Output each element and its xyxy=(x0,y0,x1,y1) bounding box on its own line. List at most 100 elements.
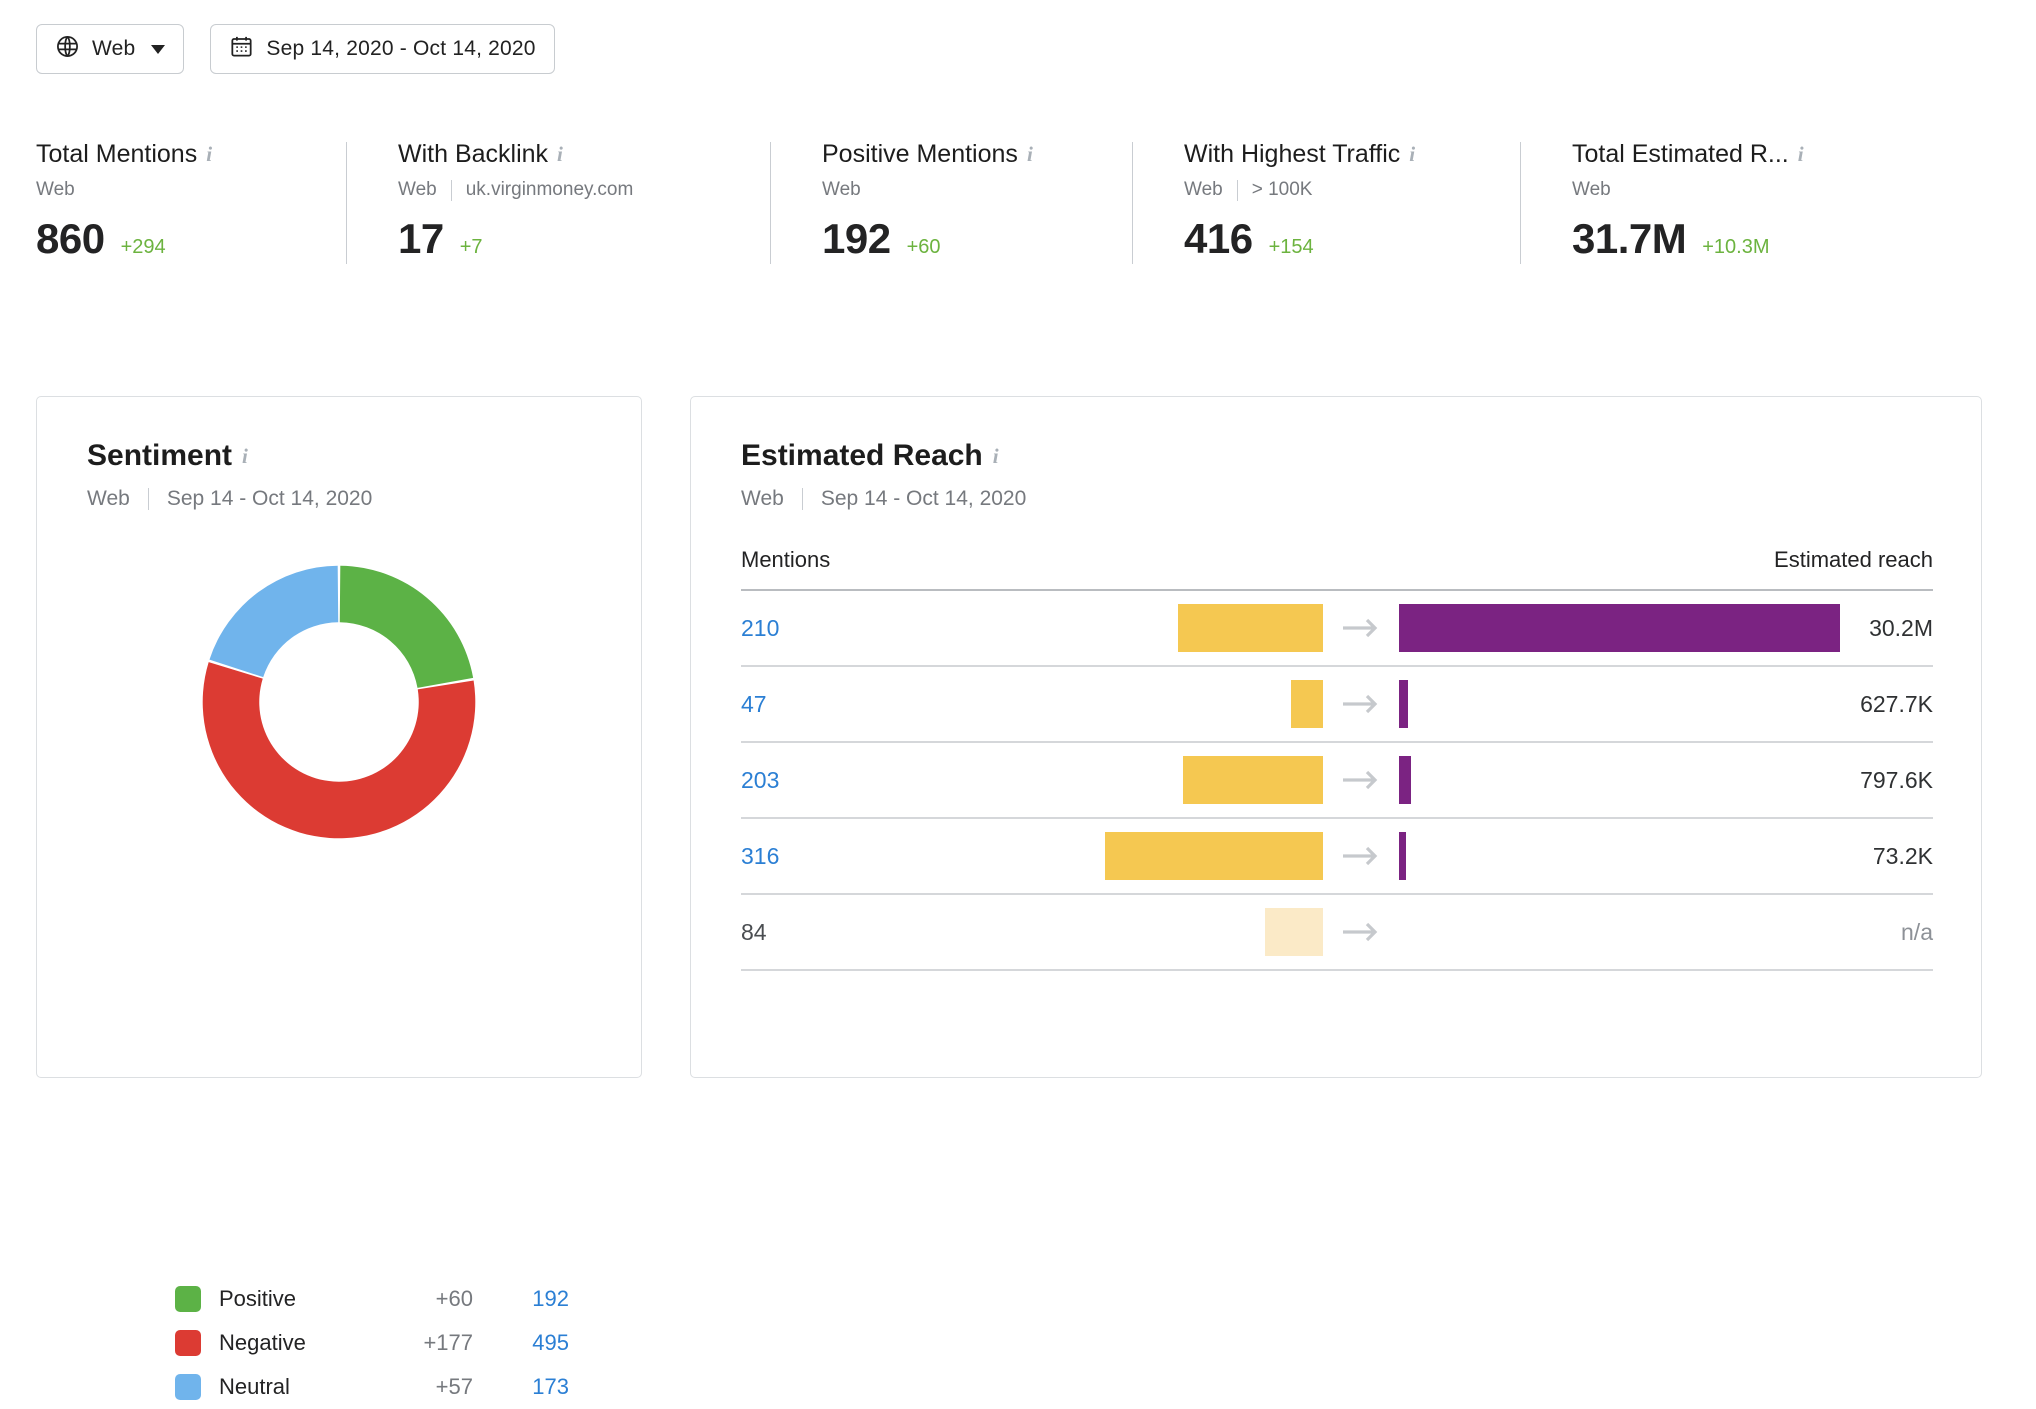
kpi-title-label: Total Mentions xyxy=(36,140,198,168)
sentiment-card: Sentiment i Web Sep 14 - Oct 14, 2020 Po… xyxy=(36,396,642,1400)
reach-title-label: Estimated Reach xyxy=(741,439,983,472)
kpi-title: With Highest Traffic i xyxy=(1184,140,1520,169)
legend-value[interactable]: 192 xyxy=(473,1286,569,1312)
sentiment-source: Web xyxy=(87,487,130,510)
table-row[interactable]: 84 n/a xyxy=(741,895,1933,969)
row-reach-value: 73.2K xyxy=(1872,842,1933,869)
kpi-value: 31.7M xyxy=(1572,215,1687,262)
mentions-bar xyxy=(1265,908,1323,956)
kpi-value: 416 xyxy=(1184,215,1253,262)
info-icon[interactable]: i xyxy=(242,445,248,467)
info-icon[interactable]: i xyxy=(1409,144,1415,165)
source-filter-button[interactable]: Web xyxy=(36,24,185,74)
legend-value[interactable]: 173 xyxy=(473,1374,569,1400)
kpi-subtitle: Web > 100K xyxy=(1184,179,1520,201)
kpi-source: Web xyxy=(398,179,437,200)
sentiment-donut-chart xyxy=(37,557,641,847)
row-mentions-value[interactable]: 210 xyxy=(741,615,779,642)
divider xyxy=(450,179,452,201)
card-subtitle: Web Sep 14 - Oct 14, 2020 xyxy=(741,487,1026,511)
arrow-right-icon xyxy=(1339,920,1383,944)
mentions-bar xyxy=(1182,756,1323,804)
kpi-row: Total Mentions i Web 860 +294 With Backl… xyxy=(36,140,2000,270)
legend-label: Positive xyxy=(219,1286,297,1311)
table-row[interactable]: 316 73.2K xyxy=(741,819,1933,893)
donut-slice-neutral[interactable] xyxy=(209,565,339,678)
kpi-source: Web xyxy=(1572,179,1611,200)
info-icon[interactable]: i xyxy=(1027,144,1033,165)
info-icon[interactable]: i xyxy=(993,445,999,467)
kpi-value-row: 860 +294 xyxy=(36,215,346,263)
kpi-delta: +294 xyxy=(120,236,166,258)
divider xyxy=(1236,179,1238,201)
mentions-bar xyxy=(1105,832,1323,880)
arrow-right-icon xyxy=(1339,844,1383,868)
kpi-subtitle: Web xyxy=(36,179,346,201)
kpi-subtitle: Web xyxy=(822,179,1132,201)
legend-value[interactable]: 495 xyxy=(473,1330,569,1356)
sentiment-header: Sentiment i Web Sep 14 - Oct 14, 2020 xyxy=(87,439,372,511)
kpi-subtitle: Web xyxy=(1572,179,1940,201)
mentions-bar xyxy=(1178,604,1323,652)
reach-bar xyxy=(1399,832,1406,880)
kpi-source: Web xyxy=(36,179,75,200)
kpi-source: Web xyxy=(822,179,861,200)
row-mentions-value[interactable]: 47 xyxy=(741,691,767,718)
legend-label: Neutral xyxy=(219,1374,290,1399)
kpi-title: With Backlink i xyxy=(398,140,770,169)
divider xyxy=(801,488,803,510)
row-mentions-value[interactable]: 316 xyxy=(741,843,779,870)
date-range-button[interactable]: Sep 14, 2020 - Oct 14, 2020 xyxy=(210,24,555,74)
kpi-total-estimated-reach: Total Estimated R... i Web 31.7M +10.3M xyxy=(1520,140,1940,270)
donut-slice-negative[interactable] xyxy=(202,662,476,839)
legend-item-neutral: Neutral +57 173 xyxy=(175,1365,569,1409)
reach-table: Mentions Estimated reach 210 30.2M 47 62… xyxy=(741,547,1933,971)
column-header-mentions: Mentions xyxy=(741,547,831,572)
kpi-filter: > 100K xyxy=(1251,179,1313,200)
reach-header: Estimated Reach i Web Sep 14 - Oct 14, 2… xyxy=(741,439,1026,511)
kpi-value-row: 31.7M +10.3M xyxy=(1572,215,1940,263)
calendar-icon xyxy=(229,34,254,65)
kpi-value-row: 17 +7 xyxy=(398,215,770,263)
card-title: Estimated Reach i xyxy=(741,439,1026,473)
kpi-title: Total Mentions i xyxy=(36,140,346,169)
kpi-with-backlink: With Backlink i Web uk.virginmoney.com 1… xyxy=(346,140,770,270)
legend-delta: +177 xyxy=(423,1330,473,1355)
kpi-source: Web xyxy=(1184,179,1223,200)
reach-period: Sep 14 - Oct 14, 2020 xyxy=(820,487,1027,510)
legend-label: Negative xyxy=(219,1330,306,1355)
column-header-estimated-reach: Estimated reach xyxy=(1774,547,1933,572)
reach-source: Web xyxy=(741,487,784,510)
arrow-right-icon xyxy=(1339,692,1383,716)
table-row[interactable]: 47 627.7K xyxy=(741,667,1933,741)
kpi-total-mentions: Total Mentions i Web 860 +294 xyxy=(36,140,346,270)
kpi-value: 17 xyxy=(398,215,444,262)
sentiment-legend: Positive +60 192 Negative +177 495 Neutr… xyxy=(175,1277,569,1409)
globe-icon xyxy=(55,34,80,65)
row-reach-value: 30.2M xyxy=(1869,614,1933,641)
table-row[interactable]: 203 797.6K xyxy=(741,743,1933,817)
kpi-title: Total Estimated R... i xyxy=(1572,140,1940,169)
kpi-title-label: With Backlink xyxy=(398,140,549,168)
row-mentions-value: 84 xyxy=(741,918,767,945)
row-divider xyxy=(741,969,1933,971)
sentiment-title-label: Sentiment xyxy=(87,439,233,472)
kpi-positive-mentions: Positive Mentions i Web 192 +60 xyxy=(770,140,1132,270)
arrow-right-icon xyxy=(1339,616,1383,640)
info-icon[interactable]: i xyxy=(557,144,563,165)
reach-bar xyxy=(1399,680,1409,728)
legend-swatch xyxy=(175,1374,201,1400)
info-icon[interactable]: i xyxy=(1798,144,1804,165)
kpi-delta: +10.3M xyxy=(1702,236,1770,258)
kpi-value-row: 192 +60 xyxy=(822,215,1132,263)
sentiment-period: Sep 14 - Oct 14, 2020 xyxy=(166,487,373,510)
table-row[interactable]: 210 30.2M xyxy=(741,591,1933,665)
donut-svg xyxy=(202,565,476,839)
row-reach-value: 627.7K xyxy=(1860,690,1933,717)
info-icon[interactable]: i xyxy=(206,144,212,165)
top-toolbar: Web Sep 14, 2020 - Oct 14, 2020 xyxy=(36,24,555,74)
card-title: Sentiment i xyxy=(87,439,372,473)
donut-slice-positive[interactable] xyxy=(339,565,474,688)
row-reach-value: n/a xyxy=(1901,918,1933,945)
row-mentions-value[interactable]: 203 xyxy=(741,767,779,794)
